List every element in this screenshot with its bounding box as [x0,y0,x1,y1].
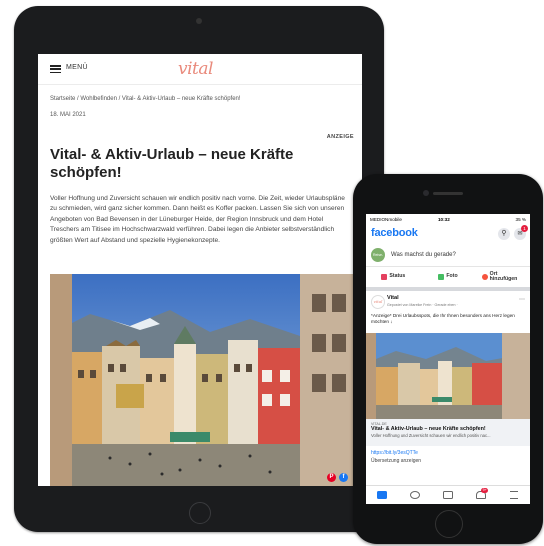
tablet-home-button[interactable] [189,502,211,524]
phone-camera [423,190,429,196]
composer-actions: Status Foto Ort hinzufügen [366,267,530,291]
translate-link[interactable]: Übersetzung anzeigen [371,458,525,464]
post-composer[interactable]: Reise-Glück Was machst du gerade? [366,244,530,271]
facebook-header: facebook ⚲ ✉ 1 [366,224,530,244]
photo-icon [438,274,445,280]
more-options-icon[interactable]: ⋯ [519,296,525,303]
nav-menu[interactable] [497,486,530,504]
article-date: 18. MAI 2021 [50,112,86,118]
avatar: Reise-Glück [371,248,385,271]
post-url[interactable]: https://bit.ly/3esQTTe [371,450,525,456]
link-description: Voller Hoffnung und Zuversicht schauen w… [371,433,491,438]
post-photo[interactable] [366,333,530,419]
pinterest-icon[interactable]: P [327,473,336,482]
status-bar: MEDIONmobile 10:32 35 % [366,214,530,224]
innsbruck-photo: P f [50,274,354,486]
site-header: MENÜ vital [38,54,362,85]
checkin-button[interactable]: Ort hinzufügen [475,267,530,287]
page-name[interactable]: Vital [387,295,399,301]
notification-badge: 9+ [481,488,489,493]
carrier-name: MEDIONmobile [370,217,402,222]
hamburger-menu-icon[interactable] [50,65,61,73]
nav-watch[interactable] [432,486,465,504]
friends-icon [410,491,421,499]
video-icon [442,491,453,499]
article-headline: Vital- & Aktiv-Urlaub – neue Kräfte schö… [50,146,294,181]
link-title: Vital- & Aktiv-Urlaub – neue Kräfte schö… [371,426,486,432]
phone-screen: MEDIONmobile 10:32 35 % facebook ⚲ ✉ 1 R… [366,214,530,504]
battery-level: 35 % [515,217,526,222]
vital-logo[interactable]: vital [178,59,213,79]
page-avatar[interactable]: vital [371,295,385,309]
menu-label[interactable]: MENÜ [66,64,88,71]
tablet-camera [196,18,202,24]
share-buttons: P f [327,473,348,482]
location-pin-icon [481,274,488,280]
tablet-device: MENÜ vital Startseite / Wohlbefinden / V… [14,6,384,532]
status-icon [381,274,388,280]
article-body: Voller Hoffnung und Zuversicht schauen w… [50,195,345,244]
menu-icon [509,491,518,499]
nav-friends[interactable] [399,486,432,504]
nav-notifications[interactable]: 9+ [464,486,497,504]
breadcrumb[interactable]: Startseite / Wohlbefinden / Vital- & Akt… [50,96,241,102]
photo-button[interactable]: Foto [421,267,476,287]
tablet-screen: MENÜ vital Startseite / Wohlbefinden / V… [38,54,362,486]
bottom-nav: 9+ [366,485,530,504]
post-meta: Gepostet von Mareike Frein · Gerade eben… [387,303,458,307]
messenger-badge: 1 [521,225,528,232]
search-icon[interactable]: ⚲ [498,228,510,240]
phone-home-button[interactable] [435,510,463,538]
composer-placeholder[interactable]: Was machst du gerade? [391,252,456,258]
facebook-share-icon[interactable]: f [339,473,348,482]
post-text: *Anzeige* Drei Urlaubsspots, die Ihr Ihn… [371,313,515,325]
link-preview[interactable]: VITAL.DE Vital- & Aktiv-Urlaub – neue Kr… [366,419,530,446]
facebook-logo[interactable]: facebook [371,227,418,239]
status-time: 10:32 [438,217,450,222]
nav-home[interactable] [366,486,399,504]
ad-label: ANZEIGE [326,134,354,140]
phone-device: MEDIONmobile 10:32 35 % facebook ⚲ ✉ 1 R… [353,174,543,544]
phone-speaker [433,192,463,195]
home-icon [377,491,388,499]
post-header: vital Vital Gepostet von Mareike Frein ·… [366,291,530,313]
